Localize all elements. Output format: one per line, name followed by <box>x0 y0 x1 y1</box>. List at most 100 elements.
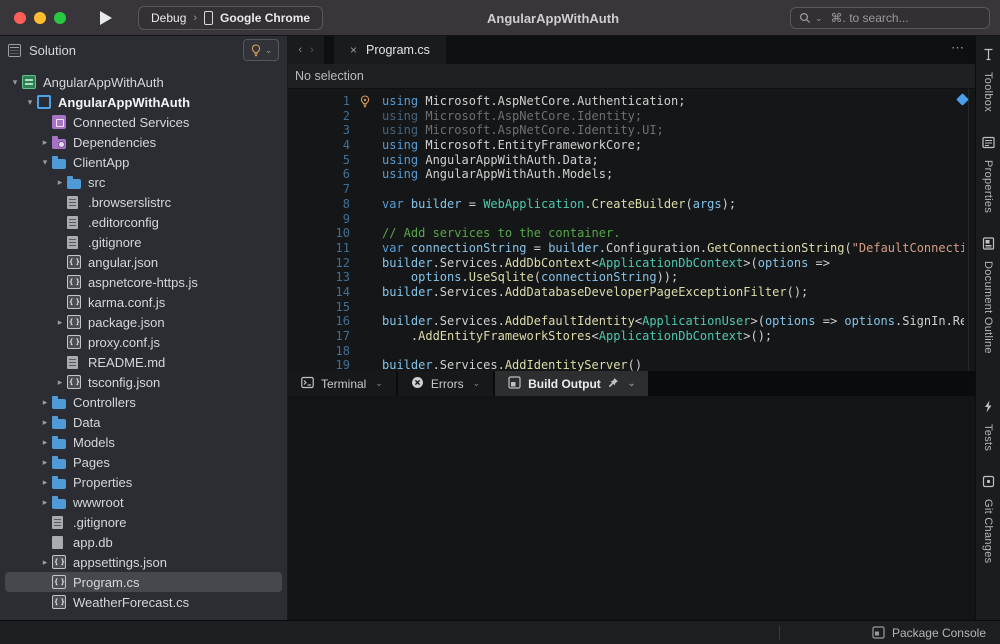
tree-item-gitignore[interactable]: .gitignore <box>5 232 282 252</box>
chevron-collapsed-icon[interactable]: ▸ <box>38 417 52 428</box>
tree-item-dependencies[interactable]: ▸Dependencies <box>5 132 282 152</box>
chevron-expanded-icon[interactable]: ▾ <box>23 97 37 108</box>
tree-item-properties[interactable]: ▸Properties <box>5 472 282 492</box>
code-line-19[interactable]: 19builder.Services.AddIdentityServer() <box>288 358 964 371</box>
search-input[interactable]: ⌄ ⌘. to search... <box>790 7 990 29</box>
code-line-5[interactable]: 5using AngularAppWithAuth.Data; <box>288 153 964 168</box>
chevron-collapsed-icon[interactable]: ▸ <box>38 457 52 468</box>
chevron-collapsed-icon[interactable]: ▸ <box>38 557 52 568</box>
code-line-7[interactable]: 7 <box>288 182 964 197</box>
side-tab-document-outline[interactable]: Document Outline <box>982 237 995 354</box>
chevron-collapsed-icon[interactable]: ▸ <box>53 177 67 188</box>
code-token: Microsoft.AspNetCore.Identity; <box>418 109 642 123</box>
line-number: 2 <box>288 109 350 124</box>
chevron-collapsed-icon[interactable]: ▸ <box>38 437 52 448</box>
tab-program-cs[interactable]: × Program.cs <box>334 36 446 64</box>
run-button[interactable] <box>100 11 112 25</box>
chevron-down-icon[interactable]: ⌄ <box>473 378 481 389</box>
bottom-tab-errors[interactable]: Errors⌄ <box>398 371 493 396</box>
code-token: options <box>758 256 809 270</box>
breadcrumb[interactable]: No selection <box>288 64 975 89</box>
code-line-2[interactable]: 2using Microsoft.AspNetCore.Identity; <box>288 109 964 124</box>
run-configuration-selector[interactable]: Debug › Google Chrome <box>138 6 323 30</box>
tree-item-weatherforecast-cs[interactable]: WeatherForecast.cs <box>5 592 282 612</box>
braces-icon <box>67 295 81 309</box>
side-tab-tests[interactable]: Tests <box>982 400 995 451</box>
tree-item-aspnetcore-https-js[interactable]: aspnetcore-https.js <box>5 272 282 292</box>
tree-item-pages[interactable]: ▸Pages <box>5 452 282 472</box>
tree-item-tsconfig-json[interactable]: ▸tsconfig.json <box>5 372 282 392</box>
tree-item-appsettings-json[interactable]: ▸appsettings.json <box>5 552 282 572</box>
code-line-8[interactable]: 8var builder = WebApplication.CreateBuil… <box>288 197 964 212</box>
bottom-tab-terminal[interactable]: Terminal⌄ <box>288 371 396 396</box>
navigate-forward-button[interactable]: › <box>310 44 314 56</box>
tree-item-data[interactable]: ▸Data <box>5 412 282 432</box>
chevron-collapsed-icon[interactable]: ▸ <box>38 397 52 408</box>
chevron-collapsed-icon[interactable]: ▸ <box>53 377 67 388</box>
solution-explorer-header: Solution ⌄ <box>0 36 287 64</box>
chevron-collapsed-icon[interactable]: ▸ <box>38 477 52 488</box>
solution-filter-button[interactable]: ⌄ <box>243 39 279 61</box>
tree-item-label: proxy.conf.js <box>88 335 160 350</box>
code-line-12[interactable]: 12builder.Services.AddDbContext<Applicat… <box>288 256 964 271</box>
code-line-13[interactable]: 13 options.UseSqlite(connectionString)); <box>288 270 964 285</box>
tree-item-src[interactable]: ▸src <box>5 172 282 192</box>
code-line-10[interactable]: 10// Add services to the container. <box>288 226 964 241</box>
tree-item-program-cs[interactable]: Program.cs <box>5 572 282 592</box>
tree-item-proxy-conf-js[interactable]: proxy.conf.js <box>5 332 282 352</box>
code-line-4[interactable]: 4using Microsoft.EntityFrameworkCore; <box>288 138 964 153</box>
chevron-expanded-icon[interactable]: ▾ <box>8 77 22 88</box>
code-line-17[interactable]: 17 .AddEntityFrameworkStores<Application… <box>288 329 964 344</box>
package-console-button[interactable]: Package Console <box>872 626 986 640</box>
tree-item-browserslistrc[interactable]: .browserslistrc <box>5 192 282 212</box>
solution-pad-title: Solution <box>29 43 243 58</box>
tree-item-connected-services[interactable]: Connected Services <box>5 112 282 132</box>
tree-item-readme-md[interactable]: README.md <box>5 352 282 372</box>
code-line-14[interactable]: 14builder.Services.AddDatabaseDeveloperP… <box>288 285 964 300</box>
code-line-9[interactable]: 9 <box>288 212 964 227</box>
navigate-back-button[interactable]: ‹ <box>298 44 302 56</box>
close-tab-icon[interactable]: × <box>350 43 357 57</box>
chevron-collapsed-icon[interactable]: ▸ <box>53 317 67 328</box>
side-tab-properties[interactable]: Properties <box>982 136 995 213</box>
build-output-content[interactable] <box>288 396 975 620</box>
editor-options-icon[interactable]: ⋯ <box>951 40 965 56</box>
bottom-tab-build-output[interactable]: Build Output⌄ <box>495 371 648 396</box>
side-tab-git-changes[interactable]: Git Changes <box>982 475 995 563</box>
tree-item-controllers[interactable]: ▸Controllers <box>5 392 282 412</box>
close-window-button[interactable] <box>14 12 26 24</box>
code-line-11[interactable]: 11var connectionString = builder.Configu… <box>288 241 964 256</box>
code-line-15[interactable]: 15 <box>288 300 964 315</box>
tree-item-clientapp[interactable]: ▾ClientApp <box>5 152 282 172</box>
code-line-16[interactable]: 16builder.Services.AddDefaultIdentity<Ap… <box>288 314 964 329</box>
side-tab-toolbox[interactable]: Toolbox <box>982 48 995 112</box>
chevron-down-icon[interactable]: ⌄ <box>628 378 636 389</box>
chevron-expanded-icon[interactable]: ▾ <box>38 157 52 168</box>
tree-item-app-db[interactable]: app.db <box>5 532 282 552</box>
pin-icon[interactable] <box>608 377 619 391</box>
tree-item-editorconfig[interactable]: .editorconfig <box>5 212 282 232</box>
code-editor[interactable]: 1using Microsoft.AspNetCore.Authenticati… <box>288 89 975 371</box>
code-token: >( <box>750 314 764 328</box>
tree-item-package-json[interactable]: ▸package.json <box>5 312 282 332</box>
code-line-18[interactable]: 18 <box>288 344 964 359</box>
chevron-down-icon[interactable]: ⌄ <box>375 378 383 389</box>
tree-item-karma-conf-js[interactable]: karma.conf.js <box>5 292 282 312</box>
chevron-collapsed-icon[interactable]: ▸ <box>38 137 52 148</box>
tree-item-angularappwithauth[interactable]: ▾AngularAppWithAuth <box>5 92 282 112</box>
chevron-collapsed-icon[interactable]: ▸ <box>38 497 52 508</box>
quick-fix-bulb-icon[interactable] <box>359 95 371 108</box>
code-line-1[interactable]: 1using Microsoft.AspNetCore.Authenticati… <box>288 94 964 109</box>
tree-item-angular-json[interactable]: angular.json <box>5 252 282 272</box>
zoom-window-button[interactable] <box>54 12 66 24</box>
editor-scroll-indicator[interactable] <box>968 89 969 371</box>
tree-item-models[interactable]: ▸Models <box>5 432 282 452</box>
tree-item-wwwroot[interactable]: ▸wwwroot <box>5 492 282 512</box>
code-line-6[interactable]: 6using AngularAppWithAuth.Models; <box>288 167 964 182</box>
minimize-window-button[interactable] <box>34 12 46 24</box>
tree-item-angularappwithauth[interactable]: ▾AngularAppWithAuth <box>5 72 282 92</box>
tree-item-gitignore[interactable]: .gitignore <box>5 512 282 532</box>
code-line-3[interactable]: 3using Microsoft.AspNetCore.Identity.UI; <box>288 123 964 138</box>
code-token: ApplicationUser <box>642 314 750 328</box>
device-icon <box>204 11 213 25</box>
